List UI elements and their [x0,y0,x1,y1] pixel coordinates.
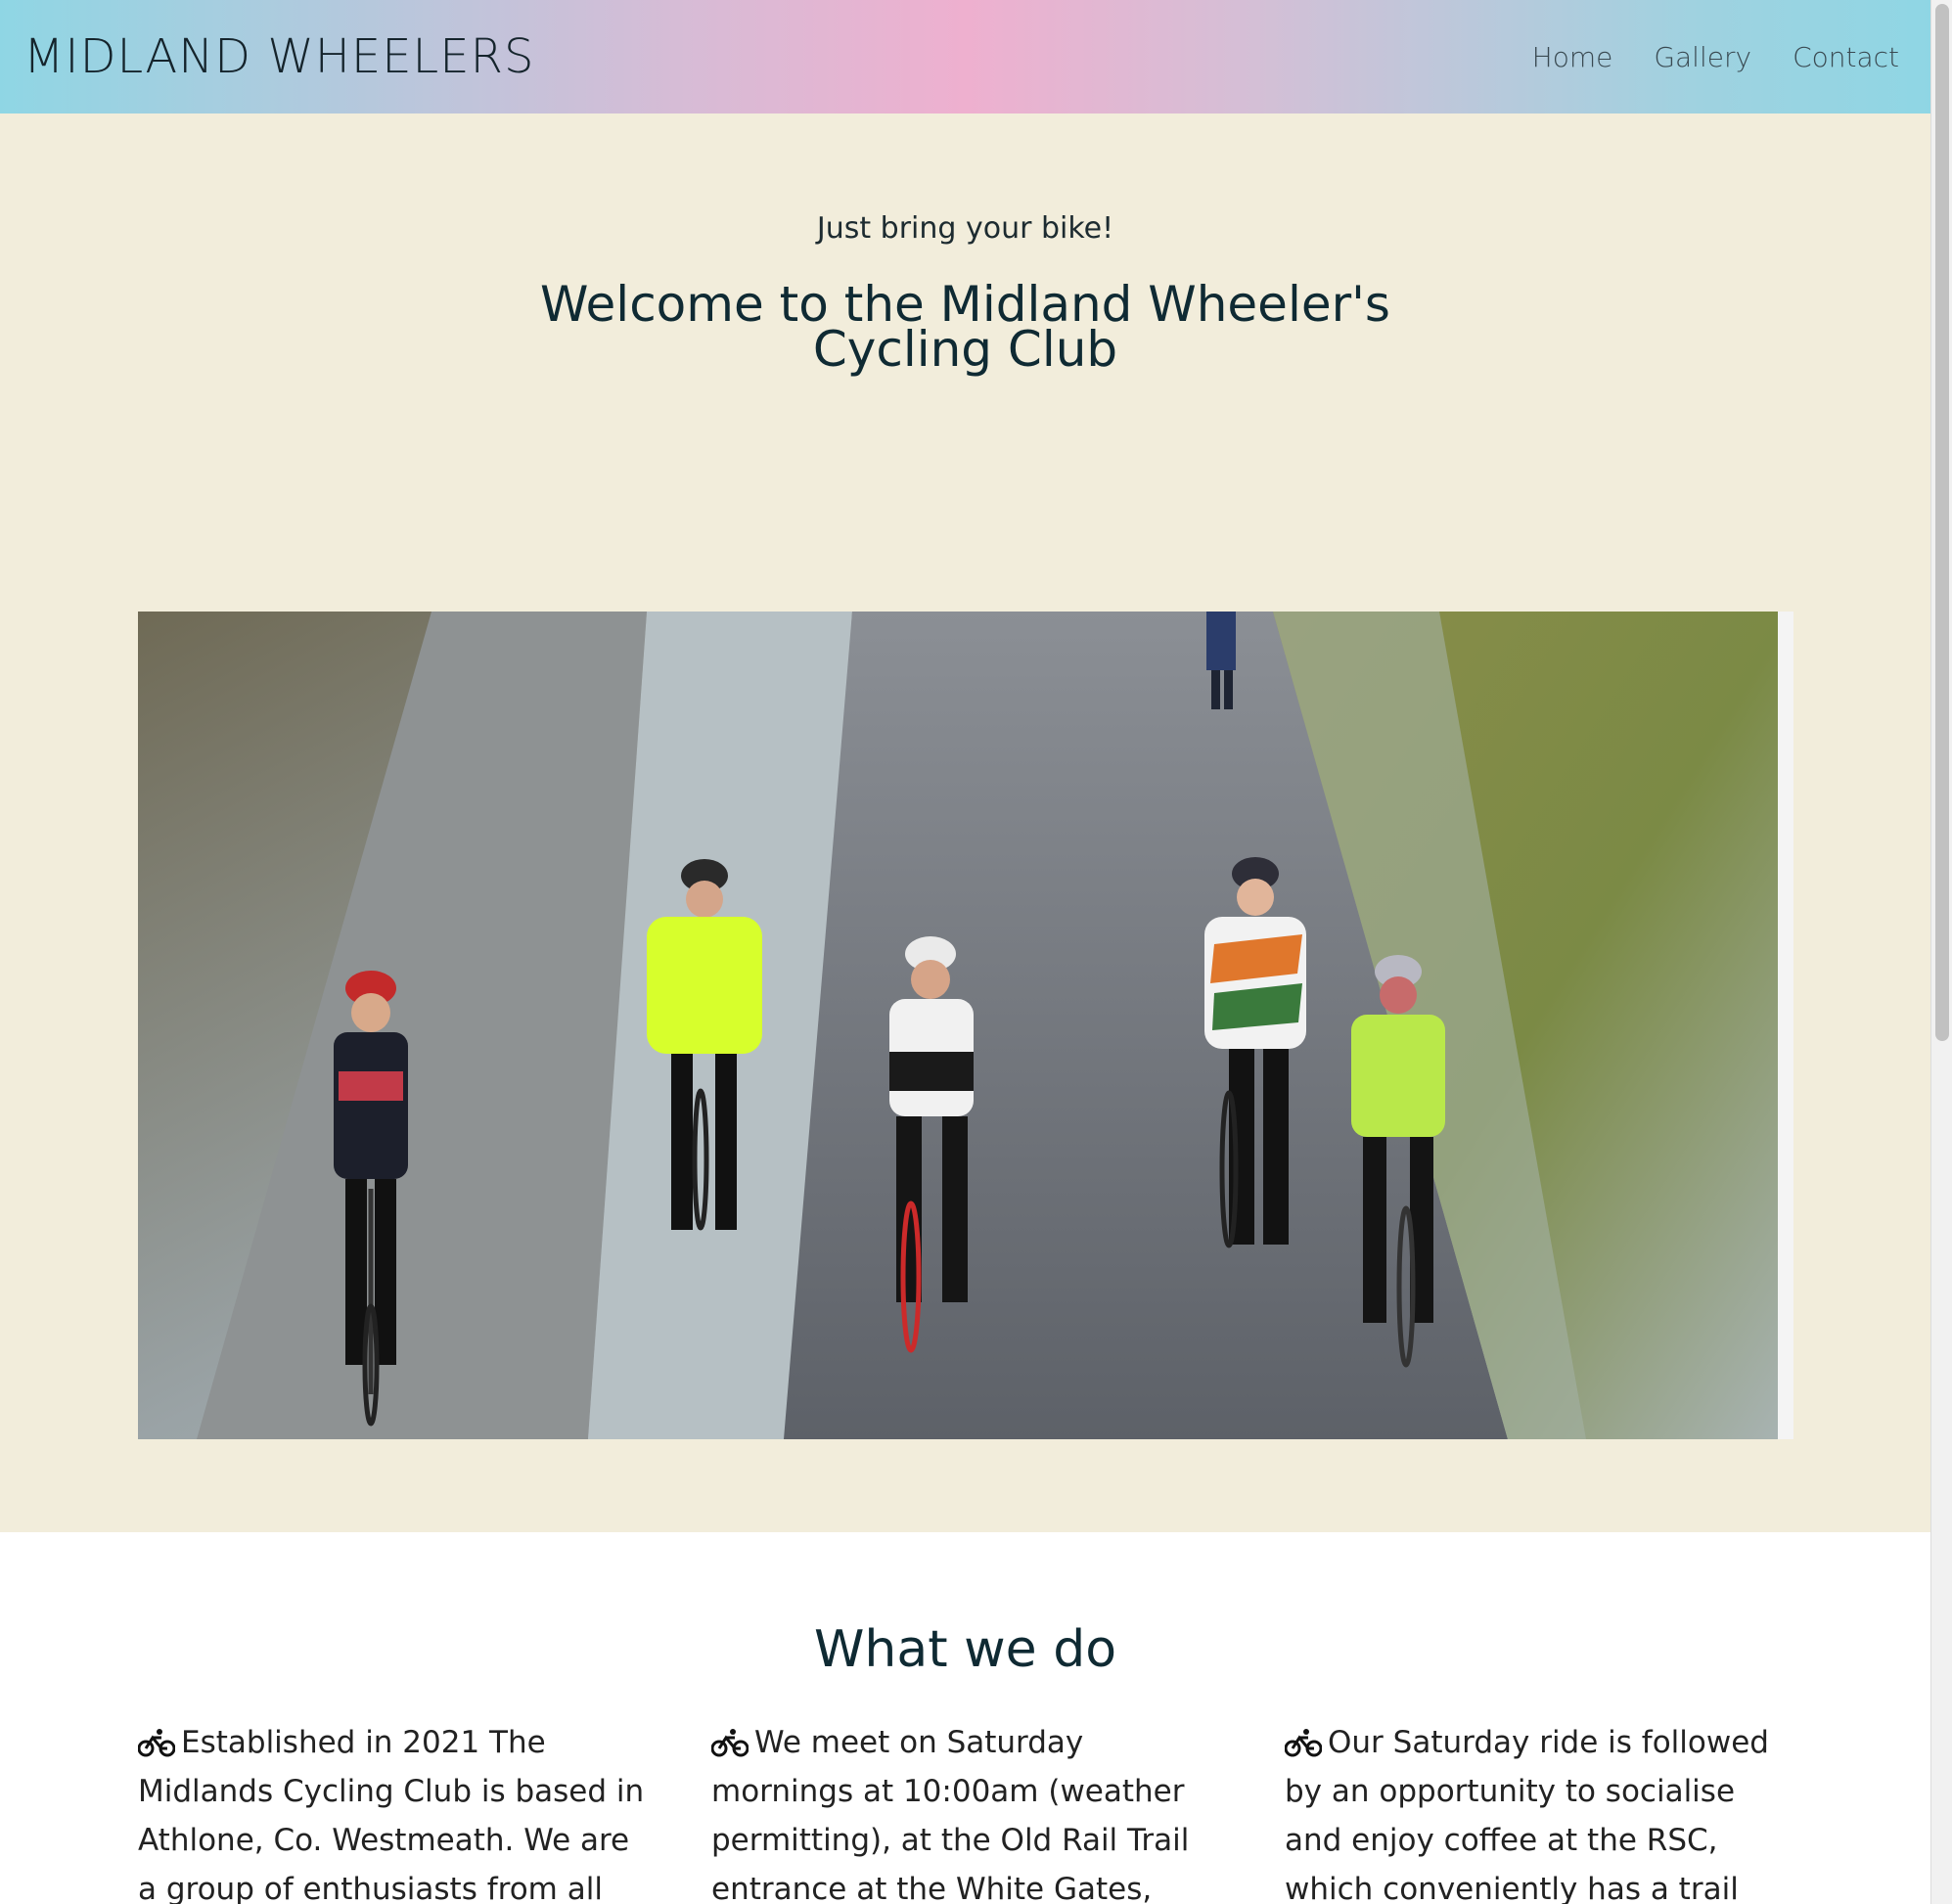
hero-section: Just bring your bike! Welcome to the Mid… [0,113,1930,1532]
bicycle-icon [138,1729,175,1757]
hero-photo [138,612,1793,1439]
section-title: What we do [813,1620,1117,1679]
site-header: MIDLAND WHEELERS Home Gallery Contact [0,0,1930,113]
site-brand[interactable]: MIDLAND WHEELERS [23,29,534,84]
feature-column-3: Our Saturday ride is followed by an oppo… [1285,1718,1792,1904]
feature-text-3: Our Saturday ride is followed by an oppo… [1285,1725,1769,1904]
scrollbar-thumb[interactable] [1935,4,1949,1041]
hero-title: Welcome to the Midland Wheeler's Cycling… [540,276,1390,378]
main-nav: Home Gallery Contact [1532,41,1899,73]
what-we-do-section: What we do Established in 2021 The Midla… [0,1532,1930,1904]
feature-text-2: We meet on Saturday mornings at 10:00am … [711,1725,1190,1904]
feature-columns: Established in 2021 The Midlands Cycling… [138,1718,1793,1904]
vertical-scrollbar[interactable] [1930,0,1952,1904]
nav-home-link[interactable]: Home [1532,41,1613,73]
cyclists-photo-illustration [138,612,1793,1439]
bicycle-icon [1285,1729,1322,1757]
feature-column-1: Established in 2021 The Midlands Cycling… [138,1718,645,1904]
hero-tagline: Just bring your bike! [816,211,1114,246]
nav-contact-link[interactable]: Contact [1793,41,1899,73]
feature-text-1: Established in 2021 The Midlands Cycling… [138,1725,645,1904]
nav-gallery-link[interactable]: Gallery [1654,41,1751,73]
bicycle-icon [711,1729,749,1757]
feature-column-2: We meet on Saturday mornings at 10:00am … [711,1718,1218,1904]
